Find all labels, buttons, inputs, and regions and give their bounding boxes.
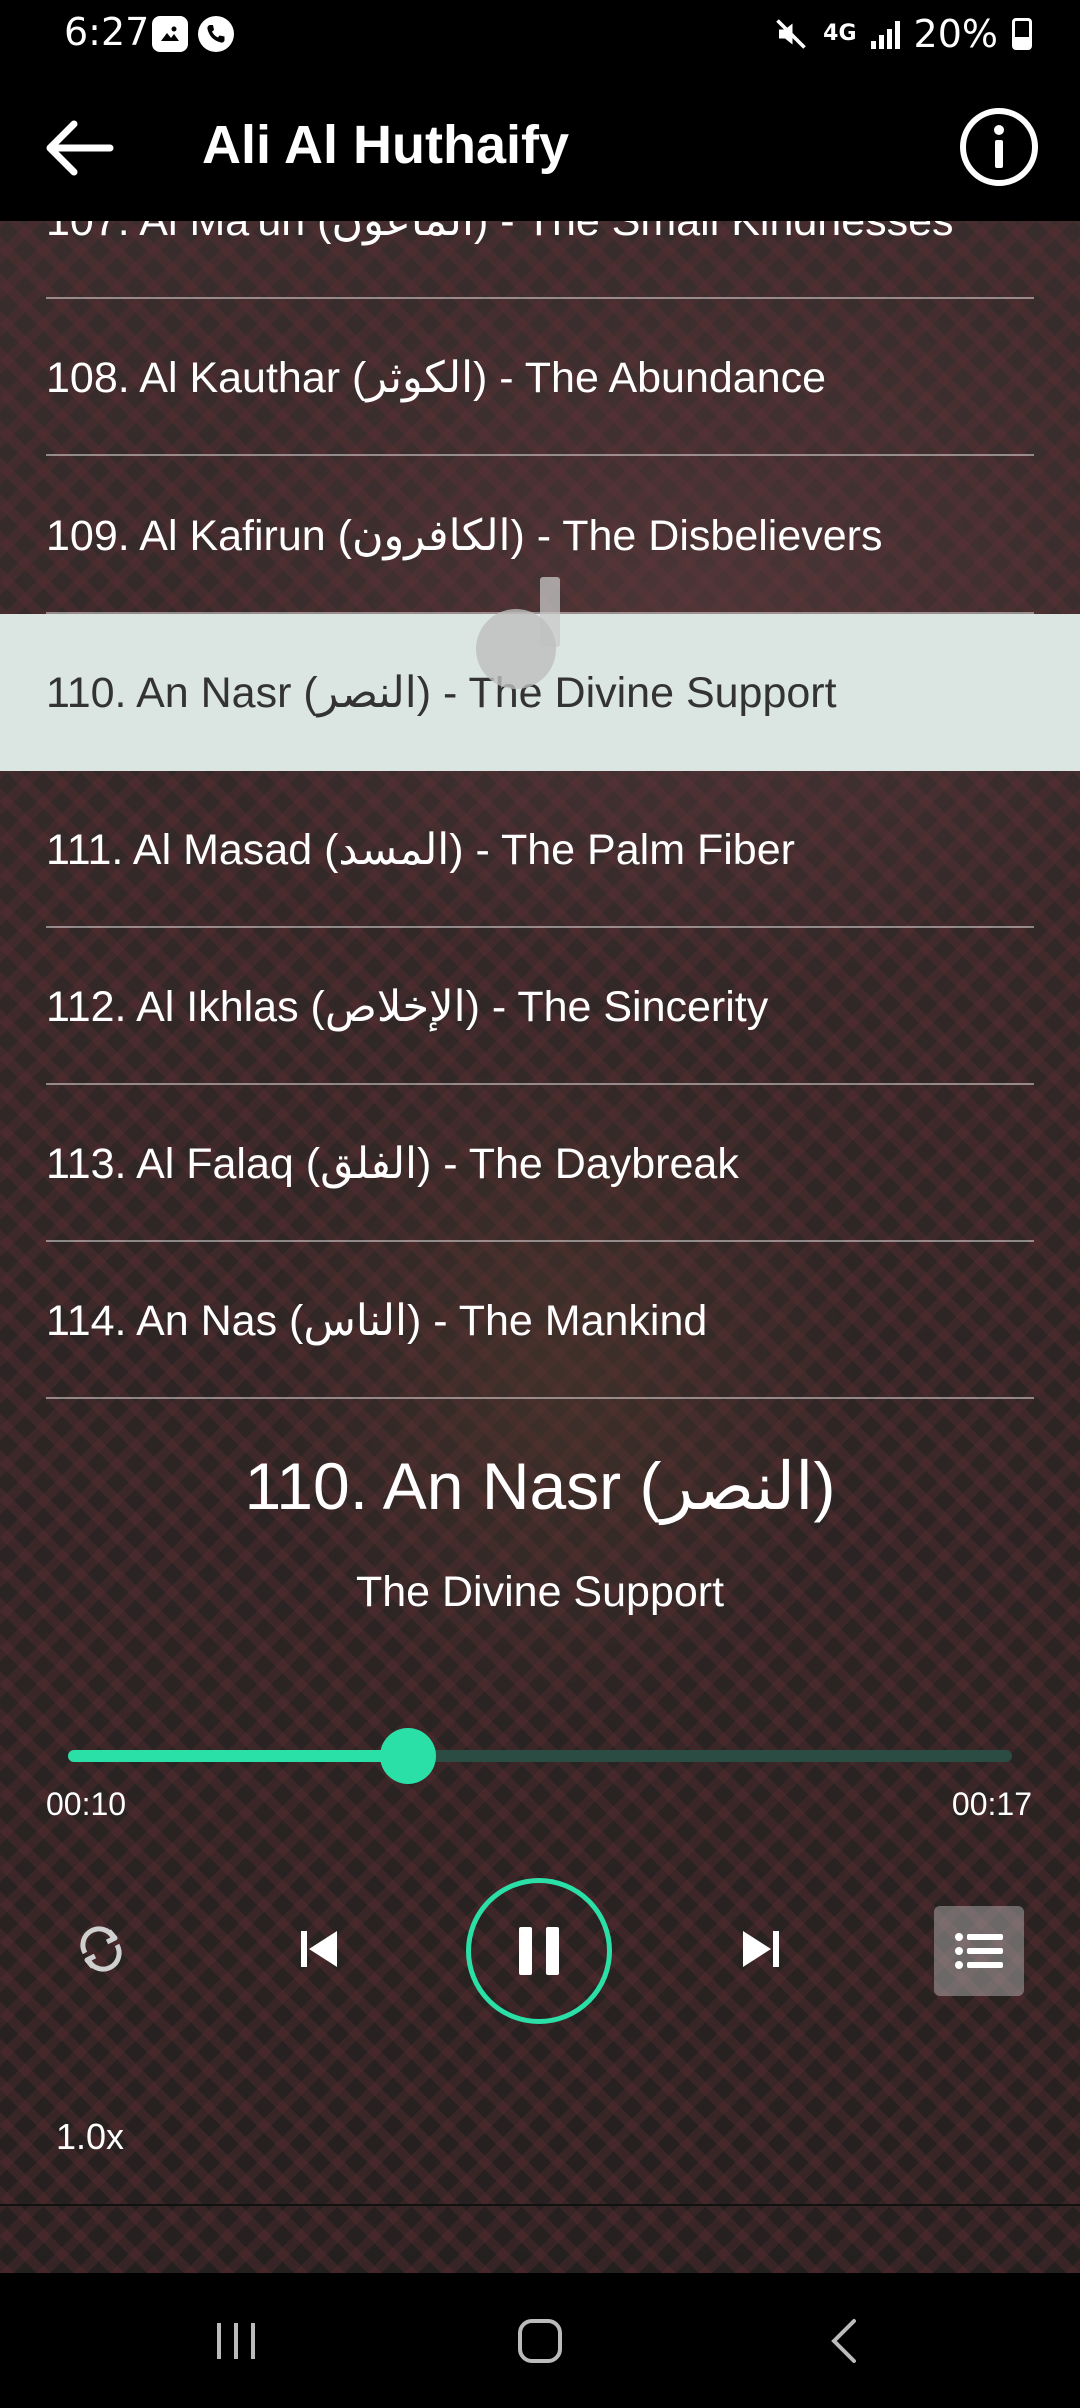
surah-list-item[interactable]: 108. Al Kauthar (الكوثر) - The Abundance [0,299,1080,456]
skip-previous-icon [301,1931,337,1967]
divider [0,2204,1080,2206]
next-button[interactable] [720,1908,802,1990]
gallery-notification-icon [152,16,188,52]
surah-list-item-label: 111. Al Masad (المسد) - The Palm Fiber [46,825,795,874]
home-button[interactable] [440,2273,640,2408]
surah-list-item[interactable]: 107. Al Ma'un (الماعون) - The Small Kind… [0,221,1080,299]
playlist-button[interactable] [934,1906,1024,1996]
info-icon [960,108,1038,186]
network-type-label: 4G [823,21,857,46]
list-icon [955,1933,1003,1969]
arrow-back-icon [46,120,114,176]
surah-list-item[interactable]: 114. An Nas (الناس) - The Mankind [0,1242,1080,1399]
surah-list-item[interactable]: 113. Al Falaq (الفلق) - The Daybreak [0,1085,1080,1242]
now-playing-title: 110. An Nasr (النصر) [244,1449,836,1523]
battery-percent: 20% [913,12,998,56]
status-time: 6:27 [64,10,150,54]
status-right-icons: 4G 20% [773,12,1032,56]
back-button[interactable] [40,108,120,188]
top-app-bar: Ali Al Huthaify [0,72,1080,221]
surah-list-item-label: 108. Al Kauthar (الكوثر) - The Abundance [46,353,827,402]
list-divider [46,1397,1034,1399]
play-pause-button[interactable] [466,1878,612,2024]
previous-button[interactable] [278,1908,360,1990]
list-divider [46,454,1034,456]
playback-speed-button[interactable]: 1.0x [56,2116,124,2158]
surah-list-item-label: 113. Al Falaq (الفلق) - The Daybreak [46,1139,739,1188]
system-back-button[interactable] [744,2273,944,2408]
system-navigation-bar [0,2273,1080,2408]
battery-icon [1012,18,1032,50]
total-duration: 00:17 [951,1786,1032,1822]
phone-notification-icon [198,16,234,52]
elapsed-time: 00:10 [46,1786,127,1822]
status-bar: 6:27 4G 20% [0,0,1080,72]
recent-apps-icon [217,2322,255,2359]
recent-apps-button[interactable] [136,2273,336,2408]
repeat-button[interactable] [60,1908,142,1990]
notification-icons [152,16,234,52]
seek-bar-thumb[interactable] [379,1728,436,1784]
seek-bar[interactable] [68,1728,1012,1784]
surah-list-item-label: 114. An Nas (الناس) - The Mankind [46,1296,708,1345]
seek-bar-progress [68,1750,408,1762]
surah-list-item-label: 112. Al Ikhlas (الإخلاص) - The Sincerity [46,982,769,1031]
surah-list-item-label: 110. An Nasr (النصر) - The Divine Suppor… [46,668,837,717]
chevron-left-icon [831,2318,856,2363]
drag-handle[interactable] [472,577,568,689]
surah-list-item-label: 109. Al Kafirun (الكافرون) - The Disbeli… [46,511,883,560]
info-button[interactable] [958,106,1040,188]
surah-list-item[interactable]: 111. Al Masad (المسد) - The Palm Fiber [0,771,1080,928]
skip-next-icon [743,1931,779,1967]
repeat-icon [80,1926,122,1972]
pause-icon [519,1927,559,1975]
surah-list-item[interactable]: 112. Al Ikhlas (الإخلاص) - The Sincerity [0,928,1080,1085]
surah-list-item-label: 107. Al Ma'un (الماعون) - The Small Kind… [46,221,954,246]
mute-icon [776,19,806,49]
surah-list[interactable]: 107. Al Ma'un (الماعون) - The Small Kind… [0,221,1080,1406]
home-icon [518,2318,562,2363]
music-note-icon [476,577,560,689]
page-title: Ali Al Huthaify [202,115,570,175]
signal-icon [870,19,900,49]
now-playing-subtitle: The Divine Support [355,1568,725,1616]
